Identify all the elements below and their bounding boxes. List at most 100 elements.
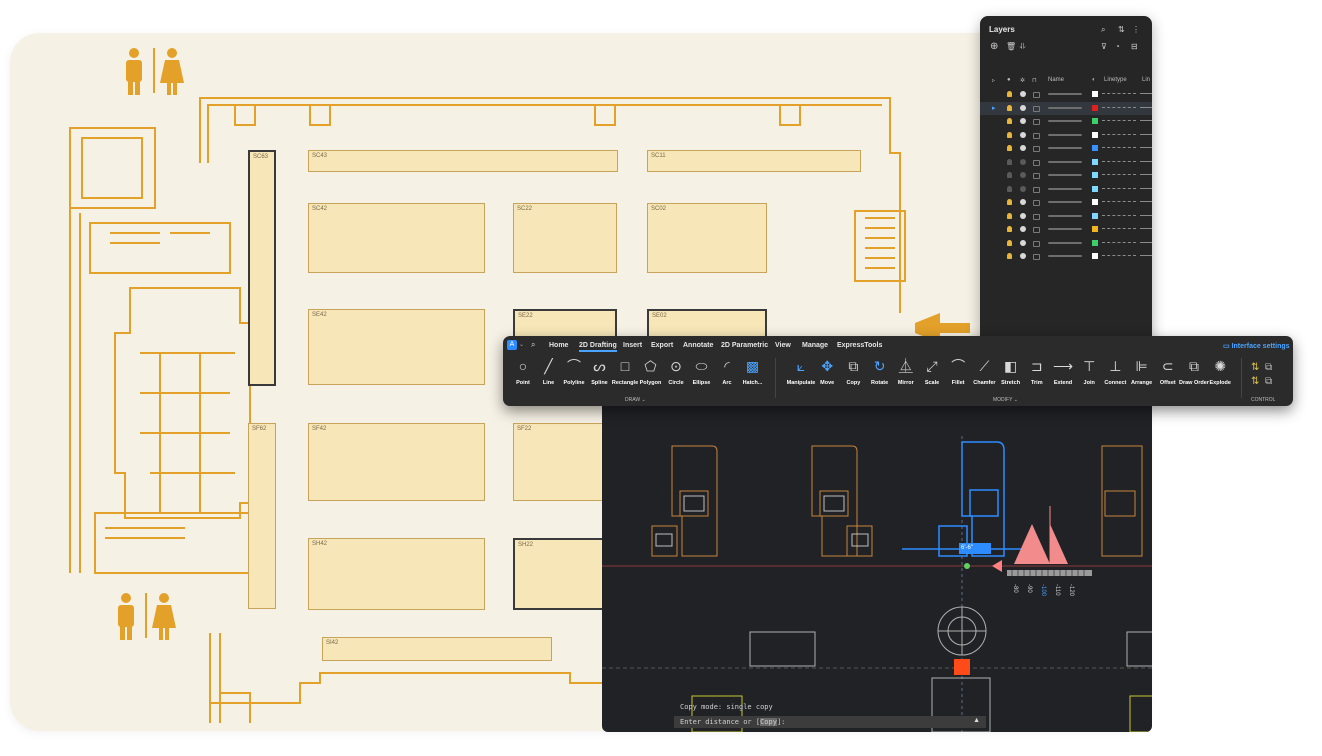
layer-color-swatch[interactable] (1092, 212, 1098, 219)
booth-sc11[interactable]: SC11 (647, 150, 861, 172)
booth-si42[interactable]: SI42 (322, 637, 552, 661)
layer-color-swatch[interactable] (1092, 91, 1098, 97)
layer-freeze-icon[interactable] (1020, 104, 1026, 111)
layer-lock-icon[interactable] (1033, 132, 1040, 139)
layer-row[interactable] (980, 88, 1152, 101)
layer-freeze-icon[interactable] (1020, 199, 1026, 205)
layer-freeze-icon[interactable] (1020, 145, 1026, 151)
layer-on-icon[interactable] (1007, 253, 1012, 259)
delete-layer-icon[interactable]: 🗑 (1006, 42, 1016, 51)
sort-icon[interactable]: ⇅ (1118, 25, 1125, 34)
layer-lock-icon[interactable] (1033, 159, 1040, 166)
tab-annotate[interactable]: Annotate (683, 342, 713, 349)
merge-layer-icon[interactable]: ⥥ (1020, 42, 1026, 52)
layer-freeze-icon[interactable] (1020, 158, 1026, 165)
layer-lock-icon[interactable] (1033, 254, 1040, 260)
layer-color-swatch[interactable] (1092, 158, 1098, 165)
control-layer-icon[interactable]: ⇅ (1251, 362, 1259, 373)
layer-lineweight[interactable] (1140, 228, 1152, 229)
layer-lineweight[interactable] (1140, 214, 1152, 216)
layer-row[interactable] (980, 169, 1152, 182)
layer-freeze-icon[interactable] (1020, 239, 1026, 246)
add-layer-icon[interactable]: ⊕ (990, 41, 998, 52)
tab-2d-parametric[interactable]: 2D Parametric (721, 342, 768, 349)
layer-freeze-icon[interactable] (1020, 253, 1026, 259)
command-line-input[interactable]: Enter distance or [Copy]: ▲ (674, 716, 986, 728)
tab-insert[interactable]: Insert (623, 342, 642, 349)
command-history-toggle-icon[interactable]: ▲ (973, 717, 980, 724)
tab-manage[interactable]: Manage (802, 342, 828, 349)
interface-settings-button[interactable]: ▭ Interface settings (1223, 342, 1290, 350)
modify-group-label[interactable]: MODIFY ⌄ (993, 397, 1018, 403)
layer-color-swatch[interactable] (1092, 131, 1098, 138)
layer-on-icon[interactable] (1007, 212, 1012, 219)
layer-lineweight[interactable] (1140, 187, 1152, 189)
layer-lock-icon[interactable] (1033, 92, 1040, 98)
layer-lineweight[interactable] (1140, 174, 1152, 175)
layer-color-swatch[interactable] (1092, 253, 1098, 259)
layer-freeze-icon[interactable] (1020, 212, 1026, 219)
control-match-icon[interactable]: ⧉ (1265, 376, 1272, 387)
layer-on-icon[interactable] (1007, 185, 1012, 192)
booth-sc02[interactable]: SC02 (647, 203, 767, 273)
tab-export[interactable]: Export (651, 342, 673, 349)
chevron-down-icon[interactable]: ⌄ (519, 341, 524, 348)
layer-lock-icon[interactable] (1033, 146, 1040, 152)
name-column-header[interactable]: Name (1048, 77, 1064, 83)
booth-sc22[interactable]: SC22 (513, 203, 617, 273)
layer-row[interactable]: ▸ (980, 101, 1152, 115)
booth-sf42[interactable]: SF42 (308, 423, 485, 501)
layer-lock-icon[interactable] (1033, 200, 1040, 206)
layer-on-icon[interactable] (1007, 226, 1012, 232)
layer-lock-icon[interactable] (1033, 105, 1040, 112)
linetype-column-header[interactable]: Linetype (1104, 77, 1127, 83)
layer-lock-icon[interactable] (1033, 240, 1040, 247)
tab-2d-drafting[interactable]: 2D Drafting (579, 342, 617, 352)
layer-on-icon[interactable] (1007, 199, 1012, 205)
layer-row[interactable] (980, 115, 1152, 128)
layer-lineweight[interactable] (1140, 133, 1152, 135)
layer-freeze-icon[interactable] (1020, 118, 1026, 124)
layer-lineweight[interactable] (1140, 147, 1152, 148)
layer-row[interactable] (980, 210, 1152, 223)
layer-lineweight[interactable] (1140, 201, 1152, 202)
layer-lineweight[interactable] (1140, 255, 1152, 256)
layer-row[interactable] (980, 156, 1152, 169)
filter-icon[interactable]: ⊽ (1101, 42, 1107, 51)
lineweight-column-header[interactable]: Lin (1142, 77, 1150, 83)
booth-sc63[interactable]: SC63 (248, 150, 276, 386)
layer-on-icon[interactable] (1007, 158, 1012, 165)
layer-color-swatch[interactable] (1092, 118, 1098, 124)
layer-freeze-icon[interactable] (1020, 131, 1026, 138)
layer-lineweight[interactable] (1140, 106, 1152, 108)
tab-expresstools[interactable]: ExpressTools (837, 342, 882, 349)
layer-color-swatch[interactable] (1092, 104, 1098, 111)
layer-on-icon[interactable] (1007, 118, 1012, 124)
layer-states-icon[interactable]: ◔ (1115, 42, 1120, 51)
layer-on-icon[interactable] (1007, 172, 1012, 178)
layer-row[interactable] (980, 183, 1152, 196)
layer-on-icon[interactable] (1007, 239, 1012, 246)
layer-color-swatch[interactable] (1092, 172, 1098, 178)
layer-lock-icon[interactable] (1033, 173, 1040, 179)
layer-settings-icon[interactable]: ⊟ (1131, 42, 1138, 51)
layer-color-swatch[interactable] (1092, 145, 1098, 151)
layer-lock-icon[interactable] (1033, 119, 1040, 125)
layer-lineweight[interactable] (1140, 93, 1152, 94)
booth-se42[interactable]: SE42 (308, 309, 485, 385)
tab-view[interactable]: View (775, 342, 791, 349)
booth-sh42[interactable]: SH42 (308, 538, 485, 610)
layer-freeze-icon[interactable] (1020, 172, 1026, 178)
explode-button[interactable]: ✺ Explode (1204, 356, 1236, 398)
search-icon[interactable]: ⌕ (1101, 25, 1105, 35)
booth-sc43[interactable]: SC43 (308, 150, 618, 172)
layer-on-icon[interactable] (1007, 91, 1012, 97)
layer-lineweight[interactable] (1140, 160, 1152, 162)
layer-color-swatch[interactable] (1092, 226, 1098, 232)
layer-lineweight[interactable] (1140, 120, 1152, 121)
booth-sc42[interactable]: SC42 (308, 203, 485, 273)
app-menu-icon[interactable]: A (507, 340, 517, 350)
layer-lock-icon[interactable] (1033, 186, 1040, 193)
layer-on-icon[interactable] (1007, 145, 1012, 151)
draw-group-label[interactable]: DRAW ⌄ (625, 397, 646, 403)
